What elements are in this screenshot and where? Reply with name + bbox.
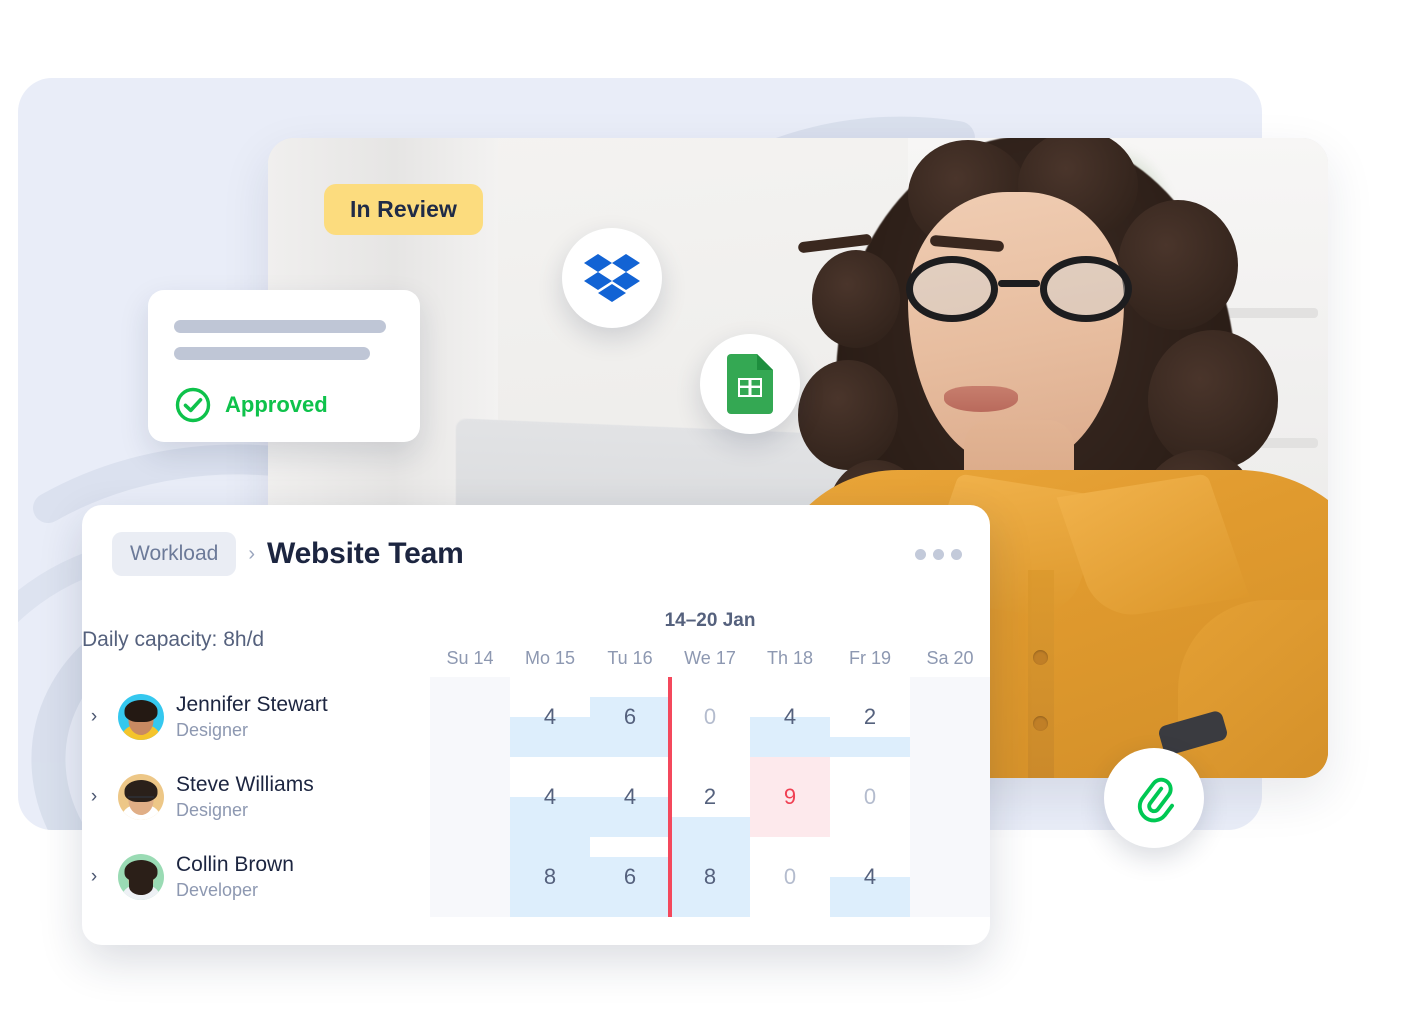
workload-cell[interactable]: 9 xyxy=(750,757,830,837)
workload-cell[interactable]: 0 xyxy=(830,757,910,837)
date-range-header: 14–20 Jan xyxy=(664,610,756,631)
workload-cell[interactable]: 4 xyxy=(750,677,830,757)
avatar xyxy=(118,853,164,900)
workload-cell[interactable] xyxy=(910,757,990,837)
workload-cell[interactable] xyxy=(430,757,510,837)
row-expander-0[interactable]: › xyxy=(82,706,106,728)
workload-value: 2 xyxy=(703,784,717,809)
workload-cell[interactable] xyxy=(430,677,510,757)
workload-table-wrapper: Daily capacity: 8h/d 14–20 Jan Su 14 Mo … xyxy=(82,603,990,917)
breadcrumb-separator: › xyxy=(248,542,255,565)
day-header-tu16: Tu 16 xyxy=(607,647,653,668)
page-title: Website Team xyxy=(267,537,464,570)
workload-cell[interactable]: 8 xyxy=(670,837,750,917)
workload-cell[interactable] xyxy=(910,837,990,917)
workload-cell[interactable]: 6 xyxy=(590,837,670,917)
workload-cell[interactable]: 4 xyxy=(510,677,590,757)
avatar xyxy=(118,773,164,820)
table-row[interactable]: › Steve Williams Designer 4 4 2 9 0 xyxy=(82,757,990,837)
skeleton-line-1 xyxy=(174,320,386,333)
capacity-bar xyxy=(830,737,910,757)
workload-cell[interactable]: 2 xyxy=(670,757,750,837)
table-row[interactable]: › Jennifer Stewart Designer 4 6 0 4 2 xyxy=(82,677,990,757)
day-header-mo15: Mo 15 xyxy=(524,647,576,668)
workload-value: 4 xyxy=(543,704,557,729)
status-badge-in-review: In Review xyxy=(324,184,483,235)
paperclip-icon xyxy=(1137,777,1174,823)
workload-cell[interactable]: 4 xyxy=(510,757,590,837)
workload-cell[interactable]: 0 xyxy=(750,837,830,917)
attachment-icon-button[interactable] xyxy=(1104,748,1204,848)
workload-table: Daily capacity: 8h/d 14–20 Jan Su 14 Mo … xyxy=(82,603,990,917)
workload-card: Workload › Website Team Daily capacity: … xyxy=(82,505,990,945)
workload-value: 0 xyxy=(703,704,717,729)
workload-value: 2 xyxy=(863,704,877,729)
workload-value: 4 xyxy=(543,784,557,809)
person-name: Collin Brown xyxy=(176,852,294,876)
day-header-fr19: Fr 19 xyxy=(848,647,891,668)
daily-capacity-label: Daily capacity: 8h/d xyxy=(82,628,265,651)
person-role: Designer xyxy=(176,799,249,820)
workload-value: 0 xyxy=(783,864,797,889)
row-expander-2[interactable]: › xyxy=(82,866,106,888)
workload-cell[interactable]: 0 xyxy=(670,677,750,757)
person-name: Steve Williams xyxy=(176,772,314,796)
workload-value: 4 xyxy=(623,784,637,809)
more-options-icon[interactable] xyxy=(915,548,962,560)
person-role: Developer xyxy=(176,879,259,900)
capacity-bar xyxy=(670,817,750,837)
day-header-su14: Su 14 xyxy=(446,647,494,668)
workload-rows: › Jennifer Stewart Designer 4 6 0 4 2 › Steve Wil… xyxy=(82,677,990,917)
hero-composition: In Review Approved Workload › Website Te… xyxy=(0,0,1408,1024)
avatar xyxy=(118,693,164,740)
person-cell: › Steve Williams Designer xyxy=(82,757,430,837)
breadcrumb-workload[interactable]: Workload xyxy=(112,532,237,576)
day-header-sa20: Sa 20 xyxy=(926,647,974,668)
workload-cell[interactable]: 4 xyxy=(830,837,910,917)
workload-cell[interactable]: 6 xyxy=(590,677,670,757)
approved-card: Approved xyxy=(148,290,420,442)
google-sheets-icon-button[interactable] xyxy=(700,334,800,434)
workload-value: 4 xyxy=(863,864,877,889)
dropbox-icon xyxy=(584,254,640,302)
person-cell: › Jennifer Stewart Designer xyxy=(82,677,430,757)
workload-cell[interactable]: 4 xyxy=(590,757,670,837)
workload-cell[interactable] xyxy=(430,837,510,917)
workload-value: 6 xyxy=(623,704,637,729)
workload-value: 8 xyxy=(543,864,557,889)
workload-cell[interactable] xyxy=(910,677,990,757)
dropbox-icon-button[interactable] xyxy=(562,228,662,328)
check-circle-icon xyxy=(175,387,211,423)
workload-header: Workload › Website Team xyxy=(82,505,990,603)
row-expander-1[interactable]: › xyxy=(82,786,106,808)
skeleton-line-2 xyxy=(174,347,370,360)
workload-cell[interactable]: 2 xyxy=(830,677,910,757)
person-role: Designer xyxy=(176,719,249,740)
workload-value: 0 xyxy=(863,784,877,809)
workload-value: 9 xyxy=(783,784,797,809)
google-sheets-icon xyxy=(727,354,773,414)
approved-label: Approved xyxy=(225,392,328,417)
table-row[interactable]: › Collin Brown Developer 8 6 8 0 4 xyxy=(82,837,990,917)
person-name: Jennifer Stewart xyxy=(176,692,328,716)
day-header-we17: We 17 xyxy=(684,647,736,668)
workload-cell[interactable]: 8 xyxy=(510,837,590,917)
table-header-range-row: Daily capacity: 8h/d 14–20 Jan xyxy=(82,603,990,651)
person-cell: › Collin Brown Developer xyxy=(82,837,430,917)
workload-value: 8 xyxy=(703,864,717,889)
workload-value: 4 xyxy=(783,704,797,729)
day-header-th18: Th 18 xyxy=(766,647,814,668)
workload-value: 6 xyxy=(623,864,637,889)
